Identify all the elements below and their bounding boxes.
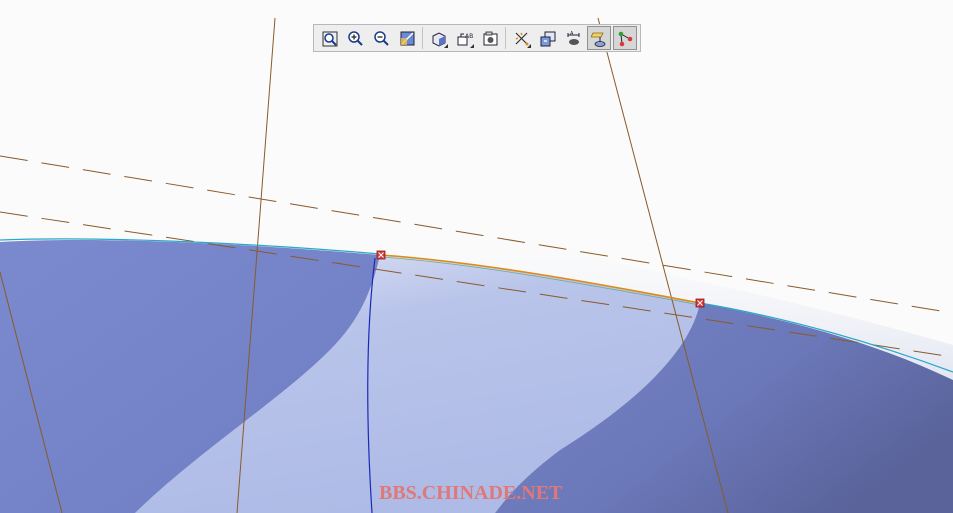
display-style-button[interactable] — [426, 26, 450, 50]
zoom-fit-button[interactable] — [317, 26, 341, 50]
zoom-out-icon — [373, 30, 389, 46]
view-manager-icon — [483, 31, 497, 45]
annotation-display-icon: A — [567, 31, 579, 45]
refit-button[interactable] — [395, 26, 419, 50]
zoom-out-button[interactable] — [369, 26, 393, 50]
flyout-arrow-icon — [470, 44, 474, 48]
point-display-icon — [618, 31, 632, 46]
zoom-fit-icon — [322, 31, 337, 46]
spin-center-icon — [540, 31, 555, 46]
flyout-arrow-icon — [444, 44, 448, 48]
datum-point-right[interactable] — [695, 298, 705, 308]
model-viewport[interactable] — [0, 0, 953, 513]
svg-text:AB: AB — [465, 33, 473, 40]
toolbar-separator — [422, 27, 423, 49]
view-manager-button[interactable] — [478, 26, 502, 50]
toolbar-separator — [505, 27, 506, 49]
svg-text:A: A — [570, 31, 574, 37]
zoom-in-icon — [347, 30, 363, 46]
watermark: BBS.CHINADE.NET — [379, 482, 563, 504]
refit-icon — [400, 31, 414, 45]
spin-center-button[interactable] — [535, 26, 559, 50]
view-toolbar: AB A — [313, 24, 641, 52]
datum-display-button[interactable] — [509, 26, 533, 50]
flyout-arrow-icon — [527, 44, 531, 48]
point-display-button[interactable] — [613, 26, 637, 50]
saved-views-button[interactable]: AB — [452, 26, 476, 50]
plane-tag-display-icon — [590, 32, 605, 47]
plane-tag-display-button[interactable] — [587, 26, 611, 50]
datum-point-left[interactable] — [376, 250, 386, 260]
annotation-display-button[interactable]: A — [561, 26, 585, 50]
zoom-in-button[interactable] — [343, 26, 367, 50]
